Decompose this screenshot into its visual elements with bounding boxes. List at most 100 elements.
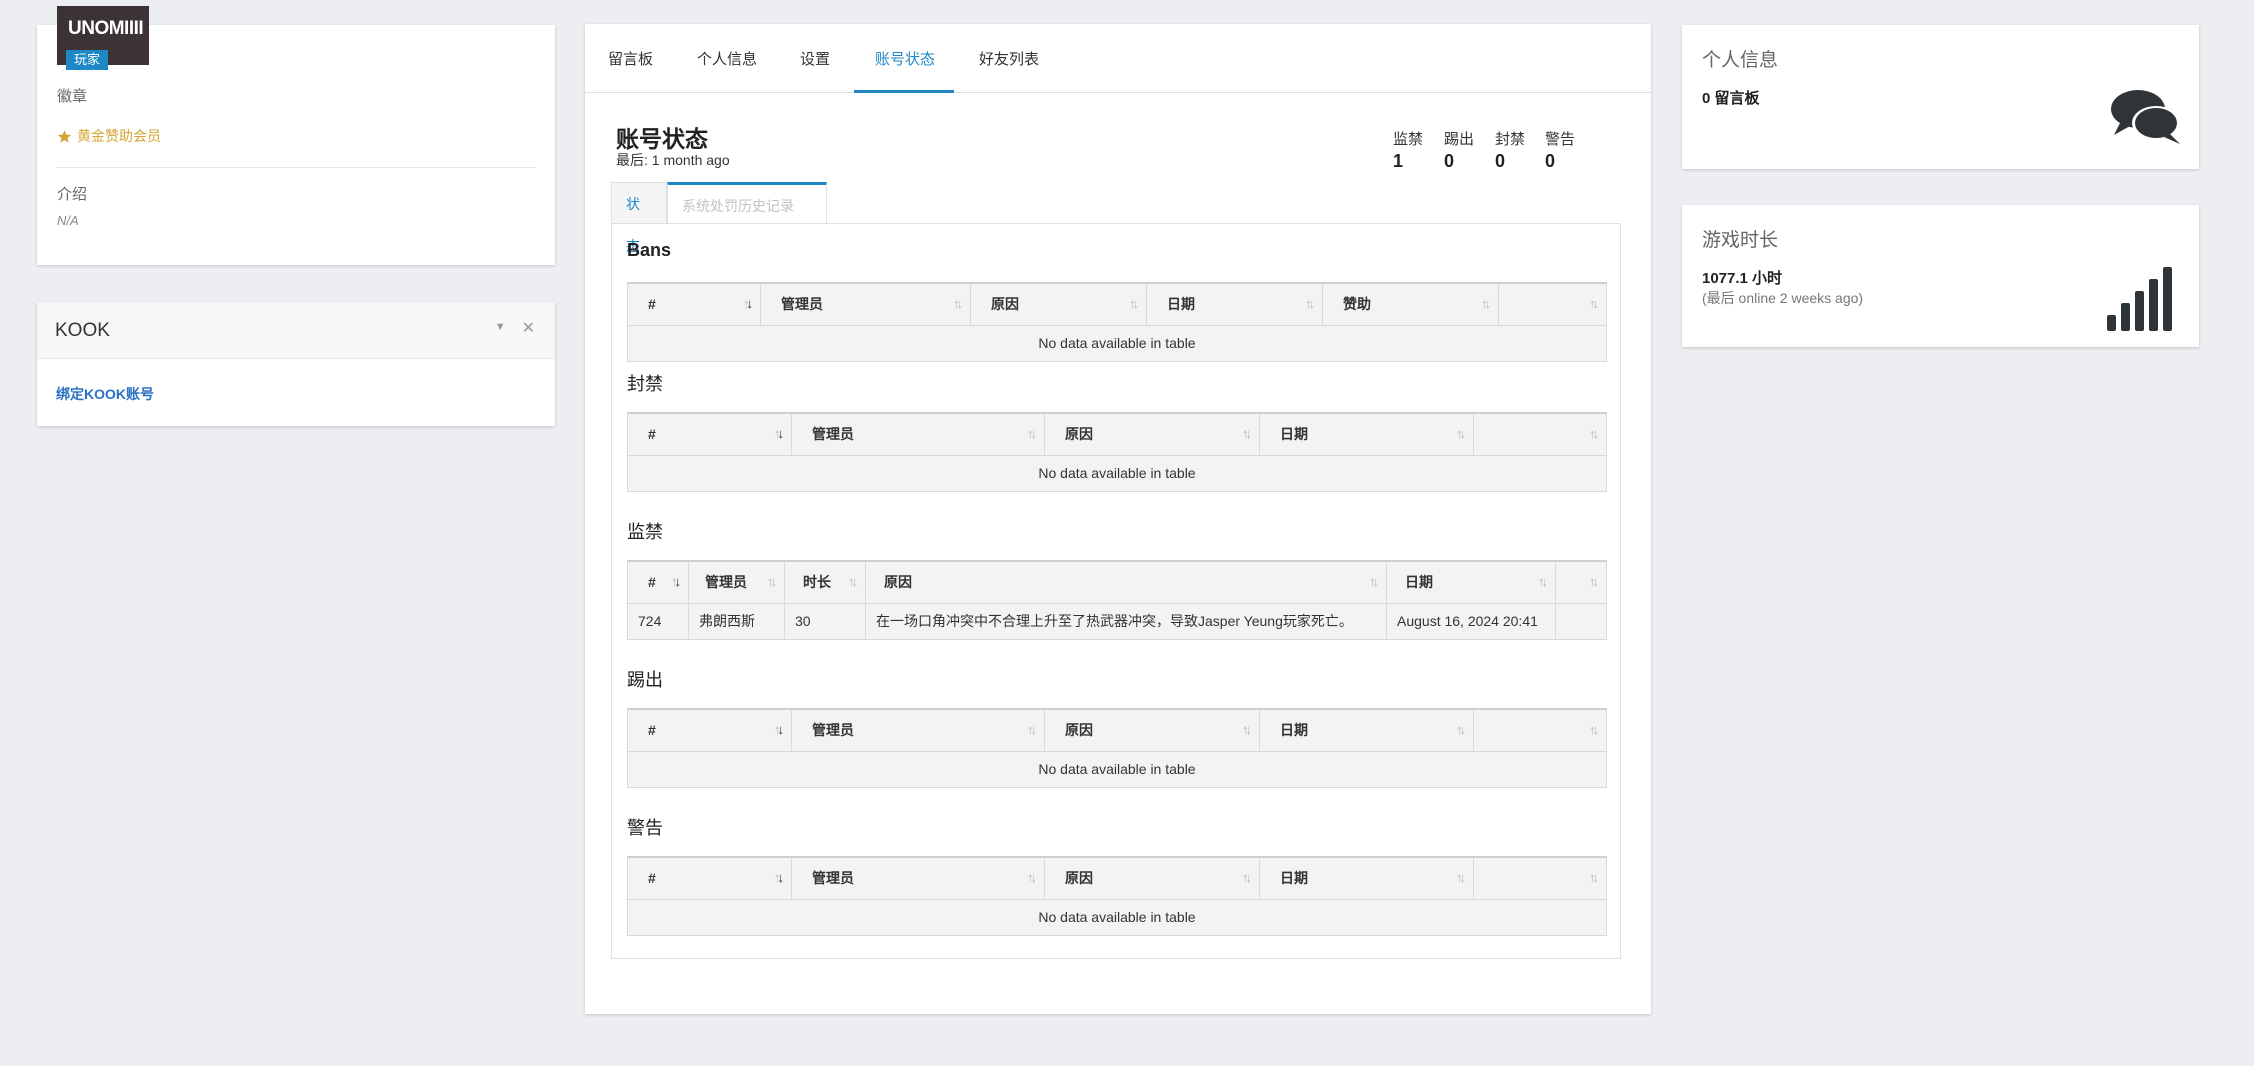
subtab-status[interactable]: 状态 [611,182,667,254]
sort-icon: ↑↓ [1589,426,1599,441]
kook-card: KOOK ▼ ✕ 绑定KOOK账号 [37,302,555,426]
bind-kook-link[interactable]: 绑定KOOK账号 [56,384,154,404]
column-header[interactable]: 赞助 ↑↓ [1322,282,1499,326]
close-icon[interactable]: ✕ [522,318,535,338]
page-title: 账号状态 [616,126,708,152]
card-title: 游戏时长 [1702,230,1779,251]
sort-icon: ↑↓ [848,574,858,589]
stat-label: 封禁 [1495,131,1526,148]
stat-warning: 警告 0 [1545,128,1575,172]
sort-icon: ↑↓ [1369,574,1379,589]
sort-icon: ↑↓ [1456,870,1466,885]
sort-icon: ↑↓ [953,296,963,311]
column-header[interactable]: 管理员 ↑↓ [791,856,1045,900]
play-time-value: 1077.1 小时 [1702,270,1783,287]
stat-value: 1 [1393,151,1404,171]
warnings-table: # ↑↓ 管理员 ↑↓ 原因 ↑↓ 日期 ↑↓ ↑↓ No data available… [627,856,1607,936]
jails-table: # ↑↓ 管理员 ↑↓ 时长 ↑↓ 原因 ↑↓ 日期 ↑↓ ↑↓ 724 弗朗西斯 30 … [627,560,1607,640]
caret-down-icon[interactable]: ▼ [495,321,506,338]
stat-label: 踢出 [1444,131,1475,148]
stat-label: 警告 [1545,131,1576,148]
column-header[interactable]: # ↑↓ [627,708,792,752]
column-header[interactable]: 原因 ↑↓ [1044,412,1260,456]
sort-icon: ↑↓ [774,870,784,885]
column-header[interactable]: 时长 ↑↓ [784,560,866,604]
column-header[interactable]: 日期 ↑↓ [1259,412,1474,456]
divider [57,167,535,168]
message-count: 0 留言板 [1702,90,1760,107]
sort-icon: ↑↓ [1456,722,1466,737]
role-badge: 玩家 [66,50,109,70]
column-header[interactable]: # ↑↓ [627,282,761,326]
column-header[interactable]: ↑↓ [1555,560,1607,604]
tab-message-board[interactable]: 留言板 [608,48,653,69]
column-header[interactable]: 原因 ↑↓ [1044,708,1260,752]
column-header[interactable]: ↑↓ [1473,412,1607,456]
cell-reason: 在一场口角冲突中不合理上升至了热武器冲突，导致Jasper Yeung玩家死亡。 [865,602,1387,640]
sort-icon: ↑↓ [1481,296,1491,311]
sort-icon: ↑↓ [1305,296,1315,311]
empty-message: No data available in table [627,324,1607,362]
sort-icon: ↑↓ [1589,574,1599,589]
last-activity: 最后: 1 month ago [616,152,730,168]
column-header[interactable]: ↑↓ [1498,282,1607,326]
stat-jail: 监禁 1 [1393,128,1423,172]
column-header[interactable]: 日期 ↑↓ [1259,856,1474,900]
column-header[interactable]: 日期 ↑↓ [1146,282,1323,326]
sort-icon: ↑↓ [1129,296,1139,311]
column-header[interactable]: # ↑↓ [627,560,689,604]
sort-icon: ↑↓ [1242,426,1252,441]
intro-value: N/A [57,213,79,228]
column-header[interactable]: 原因 ↑↓ [865,560,1387,604]
sort-icon: ↑↓ [1456,426,1466,441]
column-header[interactable]: ↑↓ [1473,856,1607,900]
column-header[interactable]: 日期 ↑↓ [1259,708,1474,752]
stat-label: 监禁 [1393,131,1424,148]
stat-value: 0 [1444,151,1455,171]
subtab-penalty-history[interactable]: 系统处罚历史记录 [667,182,827,224]
sort-icon: ↑↓ [1538,574,1548,589]
cell-actions [1555,602,1607,640]
section-title-warnings: 警告 [627,818,663,838]
sort-icon: ↑↓ [671,574,681,589]
sort-icon: ↑↓ [1027,426,1037,441]
stat-kick: 踢出 0 [1444,128,1474,172]
column-header[interactable]: 原因 ↑↓ [1044,856,1260,900]
empty-message: No data available in table [627,454,1607,492]
last-online: (最后 online 2 weeks ago) [1702,290,1864,306]
empty-message: No data available in table [627,750,1607,788]
stat-value: 0 [1545,151,1556,171]
column-header[interactable]: 管理员 ↑↓ [791,708,1045,752]
intro-label: 介绍 [57,186,88,203]
column-header[interactable]: 日期 ↑↓ [1386,560,1556,604]
column-header[interactable]: # ↑↓ [627,412,792,456]
signal-bars-icon [2107,267,2172,331]
tab-personal-info[interactable]: 个人信息 [697,48,757,69]
sort-icon: ↑↓ [767,574,777,589]
stat-value: 0 [1495,151,1506,171]
stat-ban: 封禁 0 [1495,128,1525,172]
bans-table: # ↑↓ 管理员 ↑↓ 原因 ↑↓ 日期 ↑↓ 赞助 ↑↓ ↑↓ No data avai… [627,282,1607,362]
kook-header: KOOK ▼ ✕ [37,302,555,359]
sort-icon: ↑↓ [1242,870,1252,885]
sort-icon: ↑↓ [774,722,784,737]
tab-friends[interactable]: 好友列表 [979,48,1039,69]
tab-account-status[interactable]: 账号状态 [875,48,935,69]
badges-label: 徽章 [57,88,88,105]
column-header[interactable]: 管理员 ↑↓ [760,282,971,326]
cell-duration: 30 [784,602,866,640]
column-header[interactable]: ↑↓ [1473,708,1607,752]
card-title: 个人信息 [1702,50,1779,71]
star-icon [57,129,72,143]
sort-icon: ↑↓ [1589,870,1599,885]
column-header[interactable]: 管理员 ↑↓ [688,560,785,604]
badge-text: 黄金赞助会员 [77,128,161,144]
cell-admin: 弗朗西斯 [688,602,785,640]
column-header[interactable]: 管理员 ↑↓ [791,412,1045,456]
section-title-blocks: 封禁 [627,374,663,394]
column-header[interactable]: # ↑↓ [627,856,792,900]
section-title-jails: 监禁 [627,522,663,542]
sort-icon: ↑↓ [1027,722,1037,737]
tab-settings[interactable]: 设置 [800,48,830,69]
column-header[interactable]: 原因 ↑↓ [970,282,1147,326]
